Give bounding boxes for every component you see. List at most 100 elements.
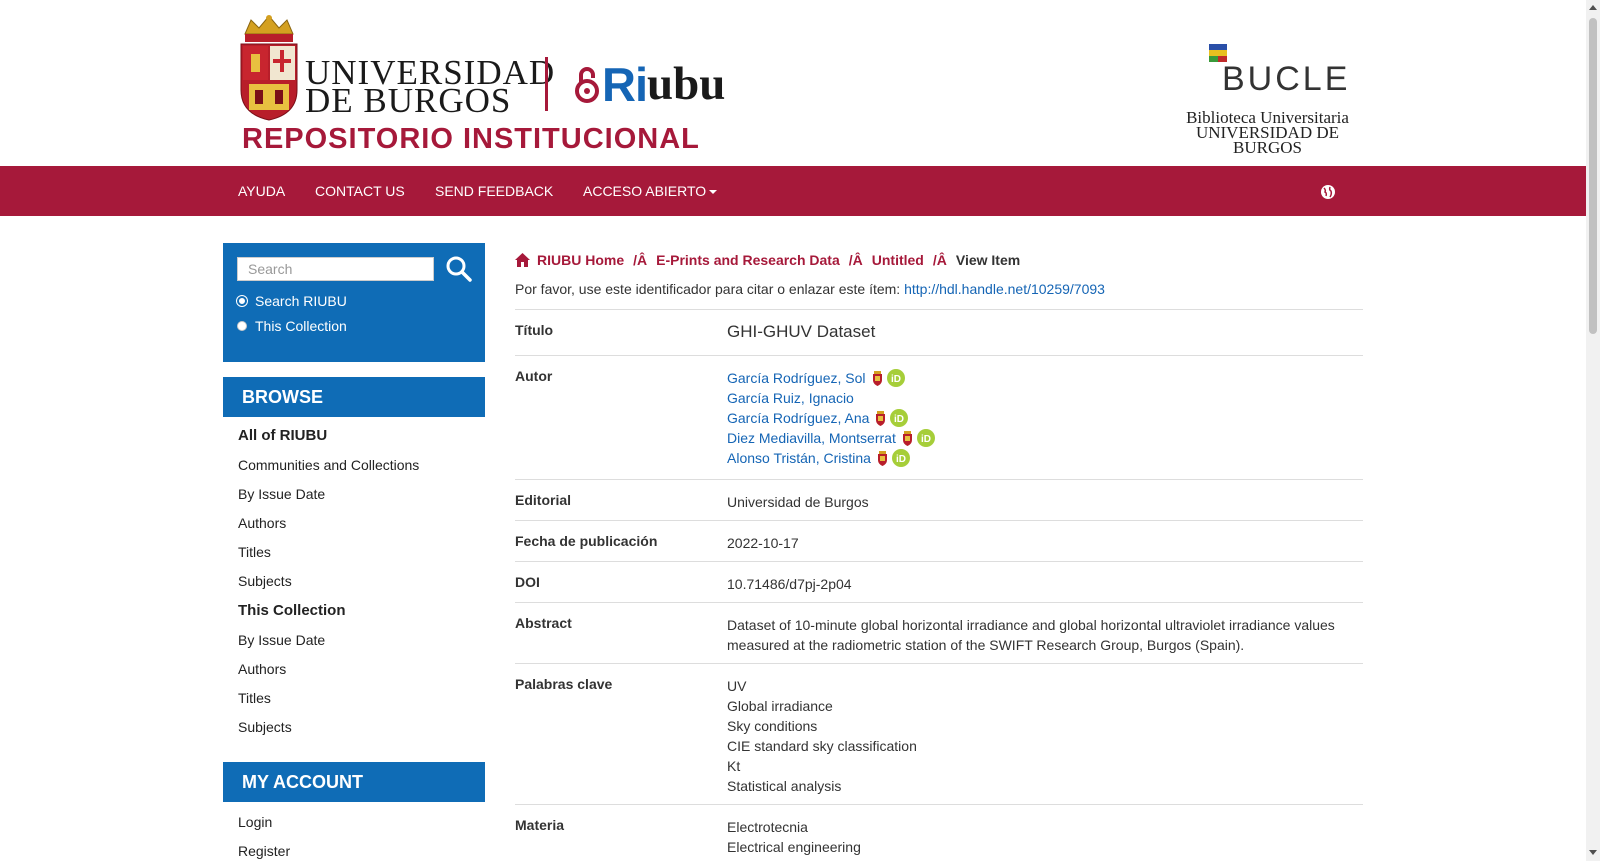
author-link[interactable]: García Ruiz, Ignacio (727, 388, 854, 408)
radio-search-riubu[interactable] (237, 296, 247, 306)
scroll-up-arrow-icon[interactable] (1589, 5, 1597, 10)
bucle-caption-line2: UNIVERSIDAD DE BURGOS (1195, 123, 1340, 157)
keywords-label: Palabras clave (515, 676, 613, 692)
author-link[interactable]: García Rodríguez, Ana (727, 408, 869, 428)
scrollbar-thumb[interactable] (1589, 18, 1597, 334)
orcid-icon[interactable]: iD (886, 369, 905, 387)
ubu-author-badge-icon[interactable] (872, 370, 883, 386)
handle-link[interactable]: http://hdl.handle.net/10259/7093 (904, 281, 1105, 297)
metadata-row-doi: DOI 10.71486/d7pj-2p04 (515, 561, 1363, 602)
browse-all-subjects-link[interactable]: Subjects (238, 573, 292, 589)
browse-collection-issue-date-link[interactable]: By Issue Date (238, 632, 325, 648)
open-access-lock-icon (575, 67, 599, 103)
browse-heading: BROWSE (223, 377, 485, 417)
page: UNIVERSIDAD DE BURGOS Ri ubu REPOSITORIO … (0, 0, 1586, 861)
metadata-row-abstract: Abstract Dataset of 10-minute global hor… (515, 602, 1363, 663)
scope-option-collection[interactable]: This Collection (237, 318, 347, 334)
nav-acceso-abierto-label: ACCESO ABIERTO (583, 183, 707, 199)
browse-all-titles-link[interactable]: Titles (238, 544, 271, 560)
breadcrumb-untitled[interactable]: Untitled (872, 252, 924, 268)
nav-send-feedback[interactable]: SEND FEEDBACK (435, 166, 553, 216)
bucle-caption: Biblioteca Universitaria UNIVERSIDAD DE … (1160, 109, 1375, 157)
chevron-down-icon (709, 190, 718, 195)
register-link[interactable]: Register (238, 843, 290, 859)
date-value: 2022-10-17 (727, 535, 799, 551)
scroll-down-arrow-icon[interactable] (1589, 850, 1597, 855)
doi-value: 10.71486/d7pj-2p04 (727, 576, 852, 592)
author-link[interactable]: Diez Mediavilla, Montserrat (727, 428, 896, 448)
search-panel: Search Search RIUBU This Collection (223, 243, 485, 362)
repository-label: REPOSITORIO INSTITUCIONAL (242, 123, 700, 155)
breadcrumb-separator: /Â (848, 252, 863, 268)
author-label: Autor (515, 368, 553, 384)
this-collection-heading: This Collection (238, 602, 346, 619)
main-navbar: AYUDA CONTACT US SEND FEEDBACK ACCESO AB… (0, 166, 1586, 216)
breadcrumb-separator: /Â (932, 252, 947, 268)
author-entry: García Rodríguez, Sol iD (727, 368, 1357, 388)
nav-acceso-abierto[interactable]: ACCESO ABIERTO (583, 166, 718, 216)
ubu-author-badge-icon[interactable] (877, 450, 888, 466)
browse-all-issue-date-link[interactable]: By Issue Date (238, 486, 325, 502)
orcid-icon[interactable]: iD (891, 449, 910, 467)
orcid-icon[interactable]: iD (890, 409, 909, 427)
breadcrumb-home[interactable]: RIUBU Home (537, 252, 624, 268)
ubu-author-badge-icon[interactable] (875, 410, 886, 426)
radio-this-collection[interactable] (237, 321, 247, 331)
breadcrumb-eprints[interactable]: E-Prints and Research Data (656, 252, 840, 268)
bucle-logo[interactable]: BUCLE Biblioteca Universitaria UNIVERSID… (1160, 44, 1375, 156)
search-input[interactable]: Search (237, 257, 434, 281)
search-icon[interactable] (445, 255, 473, 283)
login-link[interactable]: Login (238, 814, 272, 830)
orcid-icon[interactable]: iD (916, 429, 935, 447)
scope-option-riubu[interactable]: Search RIUBU (237, 293, 347, 309)
subject-label: Materia (515, 817, 565, 833)
item-metadata-table: Título GHI-GHUV Dataset Autor García Rod… (515, 309, 1363, 861)
doi-label: DOI (515, 574, 540, 590)
keyword-item: Sky conditions (727, 718, 818, 734)
globe-icon[interactable] (1320, 184, 1336, 200)
nav-contact-us[interactable]: CONTACT US (315, 166, 405, 216)
browse-collection-subjects-link[interactable]: Subjects (238, 719, 292, 735)
date-label: Fecha de publicación (515, 533, 658, 549)
abstract-label: Abstract (515, 615, 572, 631)
bucle-word: BUCLE (1222, 60, 1351, 98)
scope-option-riubu-label: Search RIUBU (255, 293, 347, 309)
breadcrumb-current: View Item (955, 252, 1021, 268)
logo-divider (545, 57, 548, 111)
handle-text: Por favor, use este identificador para c… (515, 281, 901, 297)
author-entry: García Rodríguez, Ana iD (727, 408, 1357, 428)
nav-ayuda[interactable]: AYUDA (238, 166, 285, 216)
svg-text:iD: iD (921, 434, 931, 445)
home-icon (515, 253, 530, 267)
handle-citation: Por favor, use este identificador para c… (515, 281, 1105, 297)
keyword-item: UV (727, 678, 747, 694)
subject-item: Electrotecnia (727, 819, 808, 835)
keyword-item: CIE standard sky classification (727, 738, 917, 754)
author-entry: García Ruiz, Ignacio (727, 388, 1357, 408)
author-link[interactable]: García Rodríguez, Sol (727, 368, 866, 388)
university-name-line2: DE BURGOS (305, 81, 512, 120)
my-account-heading: MY ACCOUNT (223, 762, 485, 802)
metadata-row-authors: Autor García Rodríguez, Sol iD García Ru… (515, 355, 1363, 479)
riubu-logo[interactable]: Ri ubu (574, 58, 726, 111)
metadata-row-keywords: Palabras clave UV Global irradiance Sky … (515, 663, 1363, 804)
abstract-value: Dataset of 10-minute global horizontal i… (727, 615, 1357, 655)
ubu-author-badge-icon[interactable] (902, 430, 913, 446)
browse-collection-titles-link[interactable]: Titles (238, 690, 271, 706)
publisher-label: Editorial (515, 492, 572, 508)
publisher-value: Universidad de Burgos (727, 494, 869, 510)
browse-all-authors-link[interactable]: Authors (238, 515, 286, 531)
title-value: GHI-GHUV Dataset (727, 322, 876, 341)
author-link[interactable]: Alonso Tristán, Cristina (727, 448, 871, 468)
keyword-item: Statistical analysis (727, 778, 842, 794)
subject-item: Electrical engineering (727, 839, 861, 855)
author-entry: Diez Mediavilla, Montserrat iD (727, 428, 1357, 448)
riubu-logo-ubu: ubu (647, 58, 726, 110)
page-scrollbar[interactable] (1586, 0, 1600, 861)
breadcrumb: RIUBU Home /Â E-Prints and Research Data… (515, 252, 1020, 268)
browse-collection-authors-link[interactable]: Authors (238, 661, 286, 677)
browse-communities-link[interactable]: Communities and Collections (238, 457, 419, 473)
abstract-line: Dataset of 10-minute global horizontal i… (727, 617, 1335, 633)
university-coat-of-arms-icon (240, 15, 298, 121)
title-label: Título (515, 322, 554, 338)
